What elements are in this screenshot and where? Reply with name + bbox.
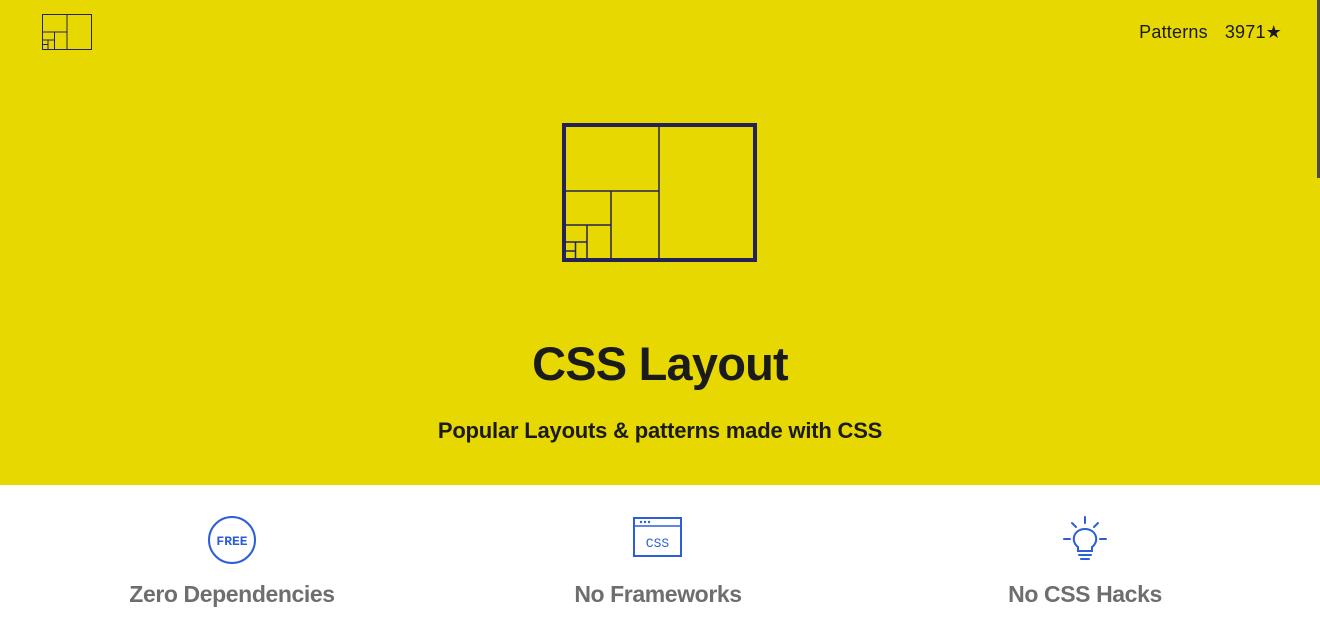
feature-label: No CSS Hacks xyxy=(1008,581,1162,607)
feature-no-frameworks: CSS No Frameworks xyxy=(508,515,808,608)
css-window-icon: CSS xyxy=(633,517,682,557)
nav-patterns-link[interactable]: Patterns xyxy=(1139,22,1208,43)
page-title: CSS Layout xyxy=(532,337,789,390)
css-window-text: CSS xyxy=(646,536,670,551)
top-nav: Patterns 3971★ xyxy=(1139,22,1282,43)
page-subtitle: Popular Layouts & patterns made with CSS xyxy=(437,418,883,443)
feature-label: No Frameworks xyxy=(574,581,742,607)
feature-zero-dependencies: FREE Zero Dependencies xyxy=(82,515,382,608)
logo-icon[interactable] xyxy=(42,14,92,50)
free-badge-icon: FREE xyxy=(208,516,256,564)
lightbulb-icon xyxy=(1063,516,1107,560)
free-badge-text: FREE xyxy=(216,534,247,549)
hero-section: Patterns 3971★ CSS Layout Popular Layout… xyxy=(0,0,1320,485)
feature-label: Zero Dependencies xyxy=(129,581,335,607)
golden-ratio-layout-icon xyxy=(562,123,757,262)
feature-no-css-hacks: No CSS Hacks xyxy=(935,515,1235,608)
github-stars-link[interactable]: 3971★ xyxy=(1225,22,1282,43)
